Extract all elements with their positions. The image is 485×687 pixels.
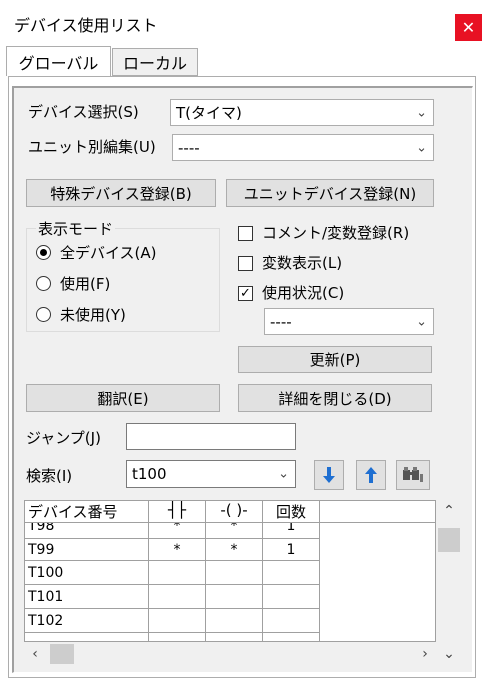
horizontal-scroll-thumb[interactable] [50,644,74,664]
search-combo[interactable]: t100 ⌄ [126,460,296,488]
chevron-down-icon: ⌄ [416,105,427,120]
table-row-count[interactable]: 1 [263,539,320,561]
table-row-coil[interactable] [206,561,263,585]
chevron-down-icon: ⌄ [416,314,427,329]
chevron-down-icon: ⌄ [416,140,427,155]
tab-global[interactable]: グローバル [6,46,111,76]
comment-variable-checkbox[interactable] [238,226,253,241]
table-row-contact[interactable] [149,561,206,585]
table-header-count[interactable]: 回数 [263,501,320,523]
window-title: デバイス使用リスト [14,16,158,35]
table-header-contact[interactable]: ┤├ [149,501,206,523]
unit-edit-combo[interactable]: ---- ⌄ [172,134,434,161]
radio-used-label: 使用(F) [60,275,111,293]
table-row-contact[interactable] [149,609,206,633]
search-label: 検索(I) [26,467,73,485]
table-row-coil[interactable]: * [206,539,263,561]
table-row-partial [263,633,320,641]
search-next-button[interactable] [314,460,344,490]
unit-device-register-button[interactable]: ユニットデバイス登録(N) [226,179,434,207]
table-row-contact[interactable] [149,585,206,609]
table-header-device-number[interactable]: デバイス番号 [25,501,149,523]
variable-display-label: 変数表示(L) [262,254,343,272]
search-value: t100 [132,465,167,483]
table-row-partial [25,633,149,641]
usage-status-checkbox[interactable]: ✓ [238,286,253,301]
usage-status-label: 使用状況(C) [262,284,345,302]
usage-status-value: ---- [270,312,292,331]
radio-all-devices-label: 全デバイス(A) [60,244,157,262]
table-row-device[interactable]: T102 [25,609,149,633]
display-mode-label: 表示モード [36,218,116,239]
table-row-contact[interactable]: * [149,523,206,539]
jump-input[interactable] [126,423,296,450]
device-select-label: デバイス選択(S) [28,103,139,121]
table-row-coil[interactable] [206,609,263,633]
close-details-button[interactable]: 詳細を閉じる(D) [238,384,432,412]
scroll-left-icon[interactable]: ‹ [24,642,46,666]
radio-all-devices[interactable] [36,245,51,260]
translate-button[interactable]: 翻訳(E) [26,384,220,412]
device-select-combo[interactable]: T(タイマ) ⌄ [170,99,434,126]
table-row-count[interactable]: 1 [263,523,320,539]
table-row-coil[interactable] [206,585,263,609]
close-button[interactable]: ✕ [455,14,482,41]
special-device-register-button[interactable]: 特殊デバイス登録(B) [26,179,216,207]
checkmark-icon: ✓ [240,286,251,301]
table-row-coil[interactable]: * [206,523,263,539]
jump-label: ジャンプ(J) [26,429,101,447]
chevron-down-icon: ⌄ [278,466,289,482]
variable-display-checkbox[interactable] [238,256,253,271]
search-options-button[interactable] [396,460,430,490]
table-row-count[interactable] [263,585,320,609]
unit-edit-label: ユニット別編集(U) [28,138,156,156]
radio-unused-label: 未使用(Y) [60,306,126,324]
update-button[interactable]: 更新(P) [238,346,432,373]
vertical-scrollbar[interactable]: ⌃ [436,500,462,642]
table-row-device[interactable]: T99 [25,539,149,561]
arrow-up-icon [365,467,377,483]
horizontal-scrollbar[interactable]: ‹ › [24,642,436,666]
arrow-down-icon [323,467,335,483]
scroll-up-icon[interactable]: ⌃ [436,500,462,522]
table-header-coil[interactable]: -( )- [206,501,263,523]
table-row-device[interactable]: T100 [25,561,149,585]
device-table[interactable]: デバイス番号 ┤├ -( )- 回数 T98 * * 1 T99 * * 1 T… [24,500,436,642]
table-row-contact[interactable]: * [149,539,206,561]
table-row-device[interactable]: T101 [25,585,149,609]
tab-local[interactable]: ローカル [112,48,198,76]
scroll-down-icon[interactable]: ⌄ [436,642,462,666]
vertical-scroll-thumb[interactable] [438,528,460,552]
table-row-count[interactable] [263,609,320,633]
device-select-value: T(タイマ) [176,104,242,122]
table-header-filler [320,501,435,523]
radio-used[interactable] [36,276,51,291]
unit-edit-value: ---- [178,138,200,157]
table-row-partial [206,633,263,641]
table-row-partial [149,633,206,641]
table-row-count[interactable] [263,561,320,585]
comment-variable-label: コメント/変数登録(R) [262,224,410,242]
binoculars-icon [403,467,423,482]
radio-unused[interactable] [36,307,51,322]
search-prev-button[interactable] [356,460,386,490]
scroll-right-icon[interactable]: › [414,642,436,666]
usage-status-combo[interactable]: ---- ⌄ [264,308,434,335]
table-row-device[interactable]: T98 [25,523,149,539]
